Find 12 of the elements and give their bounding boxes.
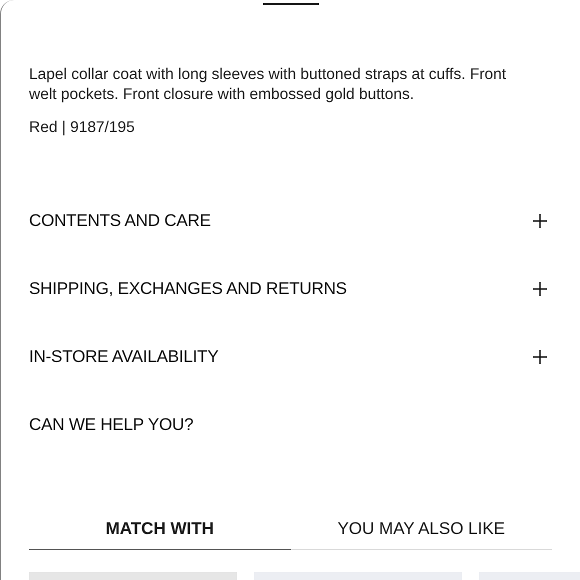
plus-icon[interactable] [533, 350, 547, 364]
section-heading[interactable]: CONTENTS AND CARE [29, 211, 211, 231]
section-heading[interactable]: IN-STORE AVAILABILITY [29, 347, 218, 367]
color-reference: Red | 9187/195 [29, 119, 136, 137]
plus-icon[interactable] [533, 282, 547, 296]
drag-handle[interactable] [262, 3, 318, 5]
section-heading[interactable]: SHIPPING, EXCHANGES AND RETURNS [29, 279, 347, 299]
tab[interactable]: MATCH WITH [29, 519, 290, 550]
tab[interactable]: YOU MAY ALSO LIKE [290, 519, 552, 550]
product-description: Lapel collar coat with long sleeves with buttoned straps at cuffs. Front welt pockets. Front closure with embossed gold buttons. [29, 65, 508, 105]
help-link[interactable]: CAN WE HELP YOU? [29, 415, 194, 435]
plus-icon[interactable] [533, 214, 547, 228]
